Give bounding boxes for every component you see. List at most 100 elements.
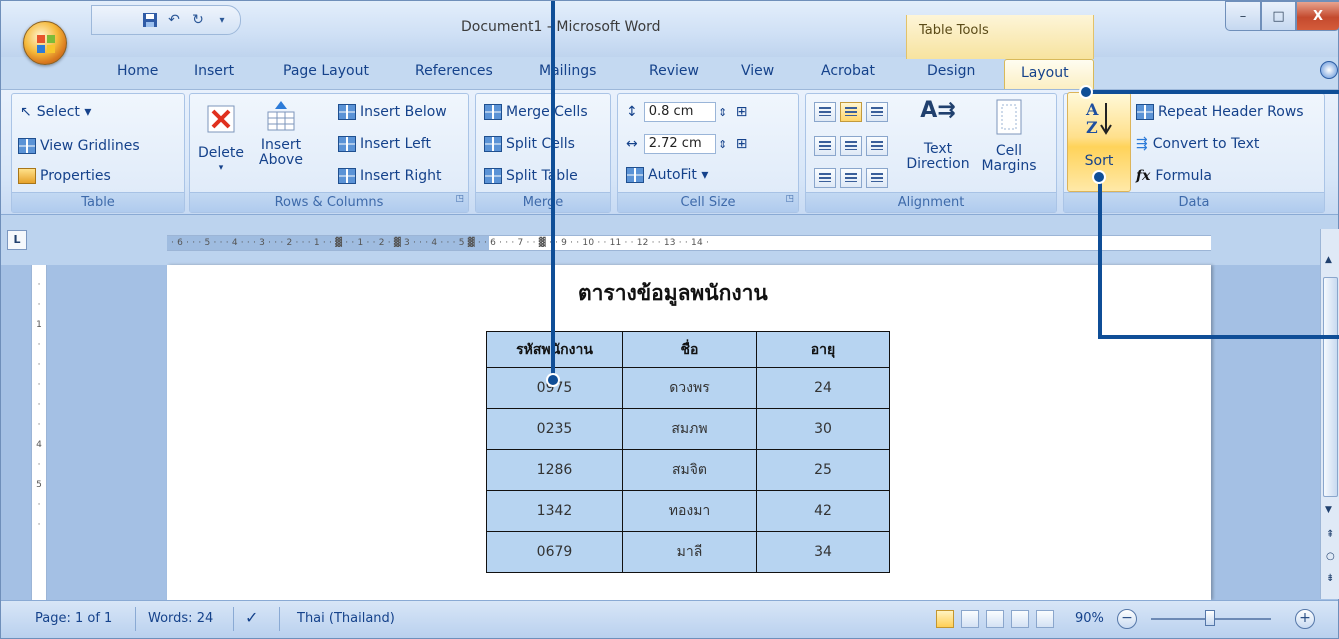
customize-icon[interactable]: ▾ <box>210 9 234 31</box>
close-button[interactable]: X <box>1296 1 1339 31</box>
document-page[interactable]: ตารางข้อมูลพนักงาน รหัสพนักงาน ชื่อ อายุ… <box>167 265 1211 600</box>
cell-size-label: Cell Size <box>680 195 736 210</box>
distribute-rows-icon[interactable]: ⊞ <box>736 104 748 120</box>
table-cell[interactable]: สมจิต <box>622 449 757 491</box>
formula-button[interactable]: fx Formula <box>1136 168 1212 184</box>
split-table-button[interactable]: Split Table <box>484 168 578 184</box>
tab-insert[interactable]: Insert <box>194 63 234 79</box>
redo-icon[interactable]: ↻ <box>186 9 210 31</box>
insert-below-button[interactable]: Insert Below <box>338 104 447 120</box>
callout-dot-table <box>546 373 560 387</box>
browse-object-icon[interactable]: ○ <box>1326 551 1335 562</box>
align-top-left-icon[interactable] <box>814 102 836 122</box>
table-cell[interactable]: 1342 <box>486 490 623 532</box>
employee-table[interactable]: รหัสพนักงาน ชื่อ อายุ 0975 ดวงพร 24 0235… <box>486 331 890 573</box>
table-cell[interactable]: สมภพ <box>622 408 757 450</box>
align-bottom-center-icon[interactable] <box>840 168 862 188</box>
scroll-down-icon[interactable]: ▼ <box>1325 505 1332 515</box>
table-header-cell[interactable]: อายุ <box>756 331 890 368</box>
save-icon[interactable] <box>138 9 162 31</box>
align-center-right-icon[interactable] <box>866 136 888 156</box>
delete-label: Delete <box>198 145 244 161</box>
print-layout-view-icon[interactable] <box>936 610 954 628</box>
column-width-spinner[interactable]: ⇕ <box>716 138 730 151</box>
undo-icon[interactable]: ↶ <box>162 9 186 31</box>
vertical-scrollbar[interactable]: ▲ ▼ ⇞ ○ ⇟ <box>1320 229 1339 599</box>
table-header-row: รหัสพนักงาน ชื่อ อายุ <box>486 331 890 368</box>
zoom-slider-thumb[interactable] <box>1205 610 1215 626</box>
insert-above-button[interactable]: Insert Above <box>252 100 310 168</box>
status-divider <box>279 607 280 631</box>
draft-view-icon[interactable] <box>1036 610 1054 628</box>
text-direction-button[interactable]: A⇉ Text Direction <box>902 98 974 172</box>
language-indicator[interactable]: Thai (Thailand) <box>297 611 395 626</box>
split-cells-button[interactable]: Split Cells <box>484 136 575 152</box>
office-button[interactable] <box>23 21 67 65</box>
delete-button[interactable]: Delete ▾ <box>198 104 244 176</box>
merge-cells-button[interactable]: Merge Cells <box>484 104 588 120</box>
tab-view[interactable]: View <box>741 63 774 79</box>
repeat-header-rows-button[interactable]: Repeat Header Rows <box>1136 104 1304 120</box>
convert-to-text-button[interactable]: ⇶ Convert to Text <box>1136 136 1259 152</box>
tab-mailings[interactable]: Mailings <box>539 63 596 79</box>
align-center-left-icon[interactable] <box>814 136 836 156</box>
distribute-columns-icon[interactable]: ⊞ <box>736 136 748 152</box>
table-cell[interactable]: มาลี <box>622 531 757 573</box>
next-page-icon[interactable]: ⇟ <box>1326 573 1334 584</box>
cell-margins-button[interactable]: Cell Margins <box>976 98 1042 174</box>
column-width-input[interactable]: 2.72 cm <box>643 134 716 154</box>
tab-page-layout[interactable]: Page Layout <box>283 63 369 79</box>
tab-acrobat[interactable]: Acrobat <box>821 63 875 79</box>
web-layout-icon[interactable] <box>986 610 1004 628</box>
help-icon[interactable] <box>1320 61 1338 79</box>
align-bottom-left-icon[interactable] <box>814 168 836 188</box>
zoom-out-button[interactable]: − <box>1117 609 1137 629</box>
view-gridlines-button[interactable]: View Gridlines <box>18 138 140 154</box>
previous-page-icon[interactable]: ⇞ <box>1326 529 1334 540</box>
outline-view-icon[interactable] <box>1011 610 1029 628</box>
align-top-center-icon[interactable] <box>840 102 862 122</box>
zoom-level[interactable]: 90% <box>1075 611 1104 626</box>
table-cell[interactable]: 34 <box>756 531 890 573</box>
table-cell[interactable]: 42 <box>756 490 890 532</box>
tab-references[interactable]: References <box>415 63 493 79</box>
align-top-right-icon[interactable] <box>866 102 888 122</box>
autofit-button[interactable]: AutoFit ▾ <box>626 167 708 183</box>
cursor-icon: ↖ <box>20 104 32 120</box>
vertical-ruler[interactable]: · · 1 · · · · · 4 · 5 · · <box>31 265 47 600</box>
view-gridlines-label: View Gridlines <box>40 138 140 154</box>
table-cell[interactable]: 0679 <box>486 531 623 573</box>
horizontal-ruler[interactable]: · 6 · · · 5 · · · 4 · · · 3 · · · 2 · · … <box>167 235 1211 251</box>
page-indicator[interactable]: Page: 1 of 1 <box>35 611 112 626</box>
table-header-cell[interactable]: ชื่อ <box>622 331 757 368</box>
properties-button[interactable]: Properties <box>18 168 111 184</box>
maximize-button[interactable]: □ <box>1261 1 1296 31</box>
minimize-button[interactable]: – <box>1225 1 1261 31</box>
dialog-launcher-icon[interactable]: ◳ <box>785 190 794 209</box>
tab-review[interactable]: Review <box>649 63 699 79</box>
dialog-launcher-icon[interactable]: ◳ <box>455 190 464 209</box>
insert-right-button[interactable]: Insert Right <box>338 168 441 184</box>
row-height-spinner[interactable]: ⇕ <box>716 106 730 119</box>
align-bottom-right-icon[interactable] <box>866 168 888 188</box>
tab-selector[interactable]: L <box>7 230 27 250</box>
table-cell[interactable]: 1286 <box>486 449 623 491</box>
align-center-icon[interactable] <box>840 136 862 156</box>
table-cell[interactable]: 30 <box>756 408 890 450</box>
scrollbar-thumb[interactable] <box>1323 277 1338 497</box>
word-count[interactable]: Words: 24 <box>148 611 213 626</box>
table-cell[interactable]: 0235 <box>486 408 623 450</box>
row-height-input[interactable]: 0.8 cm <box>643 102 716 122</box>
full-screen-reading-icon[interactable] <box>961 610 979 628</box>
zoom-in-button[interactable]: + <box>1295 609 1315 629</box>
select-button[interactable]: ↖ Select ▾ <box>20 104 91 120</box>
table-cell[interactable]: ทองมา <box>622 490 757 532</box>
tab-design[interactable]: Design <box>927 63 975 79</box>
table-cell[interactable]: 24 <box>756 367 890 409</box>
insert-left-button[interactable]: Insert Left <box>338 136 431 152</box>
table-cell[interactable]: ดวงพร <box>622 367 757 409</box>
table-cell[interactable]: 25 <box>756 449 890 491</box>
tab-home[interactable]: Home <box>117 63 158 79</box>
scroll-up-icon[interactable]: ▲ <box>1325 255 1332 265</box>
proofing-icon[interactable]: ✓ <box>245 608 258 627</box>
